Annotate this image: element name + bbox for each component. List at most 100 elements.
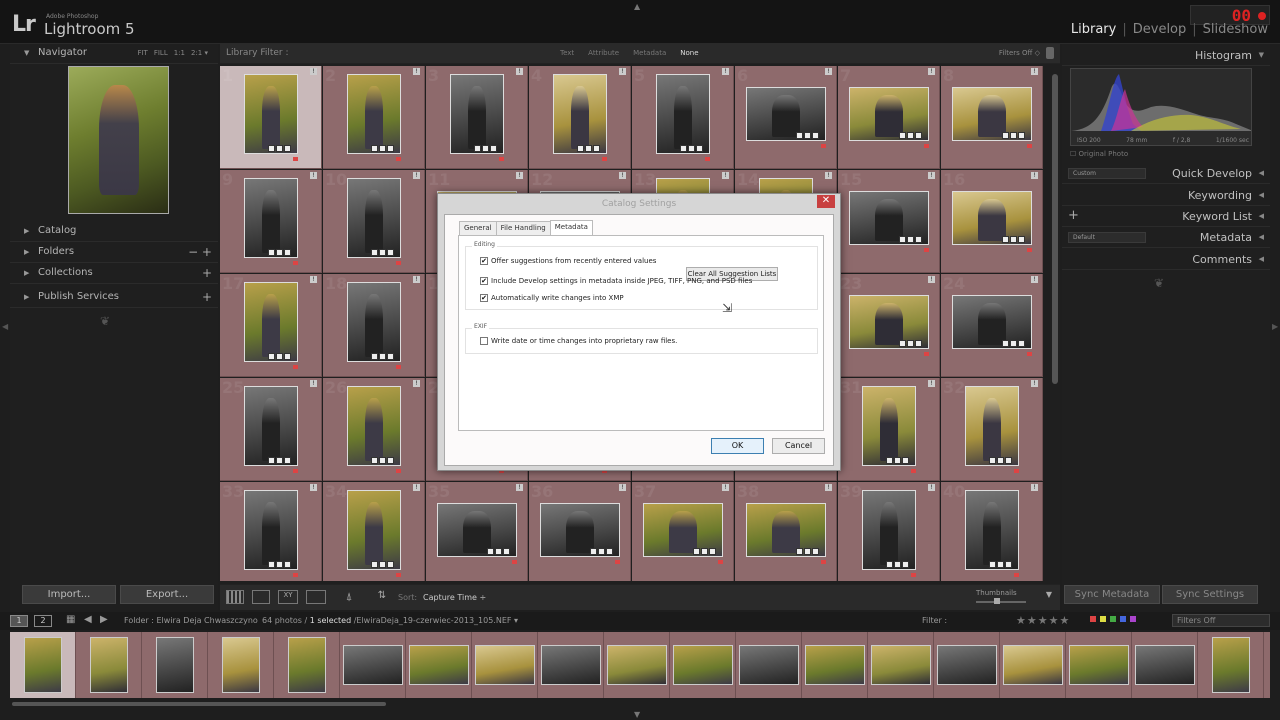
grid-cell[interactable]: 35!	[426, 482, 528, 581]
grid-cell[interactable]: 37!	[632, 482, 734, 581]
grid-cell[interactable]: 34!	[323, 482, 425, 581]
filmstrip-thumbnail[interactable]	[1003, 645, 1063, 685]
metadata-warning-icon[interactable]: !	[619, 68, 626, 75]
close-icon[interactable]: ✕	[817, 195, 835, 208]
filmstrip-cell[interactable]	[274, 632, 340, 698]
keyword-list-header[interactable]: + Keyword List ◀	[1062, 207, 1270, 227]
crop-badge-icon[interactable]	[688, 144, 695, 152]
purple-label-filter-icon[interactable]	[1130, 616, 1136, 622]
top-panel-toggle-icon[interactable]: ▲	[634, 2, 640, 11]
metadata-badge-icon[interactable]	[387, 248, 394, 256]
grid-cell[interactable]: 32!	[941, 378, 1043, 481]
crop-badge-icon[interactable]	[379, 352, 386, 360]
develop-badge-icon[interactable]	[268, 144, 275, 152]
crop-badge-icon[interactable]	[907, 235, 914, 243]
develop-badge-icon[interactable]	[680, 144, 687, 152]
grid-cell[interactable]: 8!	[941, 66, 1043, 169]
filmstrip-cell[interactable]	[736, 632, 802, 698]
filmstrip-thumbnail[interactable]	[288, 637, 326, 693]
filmstrip-cell[interactable]	[1198, 632, 1264, 698]
photo-thumbnail[interactable]	[553, 73, 607, 154]
filmstrip-cell[interactable]	[10, 632, 76, 698]
write-date-checkbox[interactable]	[480, 337, 488, 345]
develop-badge-icon[interactable]	[474, 144, 481, 152]
quick-develop-header[interactable]: Custom Quick Develop ◀	[1062, 164, 1270, 184]
metadata-warning-icon[interactable]: !	[413, 276, 420, 283]
filmstrip-thumbnail[interactable]	[222, 637, 260, 693]
filmstrip-cell[interactable]	[670, 632, 736, 698]
photo-thumbnail[interactable]	[965, 385, 1019, 466]
develop-badge-icon[interactable]	[371, 248, 378, 256]
filmstrip-cell[interactable]	[1132, 632, 1198, 698]
crop-badge-icon[interactable]	[701, 547, 708, 555]
crop-badge-icon[interactable]	[804, 131, 811, 139]
metadata-badge-icon[interactable]	[696, 144, 703, 152]
yellow-label-filter-icon[interactable]	[1100, 616, 1106, 622]
filmstrip-thumbnail[interactable]	[409, 645, 469, 685]
develop-badge-icon[interactable]	[268, 560, 275, 568]
photo-thumbnail[interactable]	[862, 385, 916, 466]
filmstrip-filter-select[interactable]: Filters Off	[1172, 614, 1270, 627]
metadata-header[interactable]: Default Metadata ◀	[1062, 228, 1270, 248]
metadata-badge-icon[interactable]	[915, 131, 922, 139]
green-label-filter-icon[interactable]	[1110, 616, 1116, 622]
cancel-button[interactable]: Cancel	[772, 438, 825, 454]
filter-tab-metadata[interactable]: Metadata	[633, 49, 666, 57]
quick-develop-preset-select[interactable]: Custom	[1068, 168, 1146, 179]
filmstrip-thumbnail[interactable]	[541, 645, 601, 685]
metadata-badge-icon[interactable]	[1005, 560, 1012, 568]
collections-header[interactable]: ▶ Collections +	[10, 264, 218, 284]
metadata-badge-icon[interactable]	[284, 352, 291, 360]
crop-badge-icon[interactable]	[1010, 339, 1017, 347]
grid-cell[interactable]: 4!	[529, 66, 631, 169]
crop-badge-icon[interactable]	[379, 560, 386, 568]
photo-thumbnail[interactable]	[450, 73, 504, 154]
metadata-warning-icon[interactable]: !	[928, 172, 935, 179]
metadata-badge-icon[interactable]	[284, 248, 291, 256]
metadata-warning-icon[interactable]: !	[928, 380, 935, 387]
develop-badge-icon[interactable]	[989, 456, 996, 464]
develop-badge-icon[interactable]	[371, 560, 378, 568]
metadata-warning-icon[interactable]: !	[413, 68, 420, 75]
metadata-warning-icon[interactable]: !	[825, 484, 832, 491]
module-slideshow[interactable]: Slideshow	[1203, 22, 1268, 37]
metadata-warning-icon[interactable]: !	[413, 172, 420, 179]
folders-header[interactable]: ▶ Folders − +	[10, 243, 218, 263]
photo-thumbnail[interactable]	[347, 73, 401, 154]
import-button[interactable]: Import...	[22, 585, 116, 604]
photo-thumbnail[interactable]	[347, 385, 401, 466]
crop-badge-icon[interactable]	[379, 144, 386, 152]
develop-badge-icon[interactable]	[899, 131, 906, 139]
grid-cell[interactable]: 3!	[426, 66, 528, 169]
filmstrip-cell[interactable]	[142, 632, 208, 698]
write-date-option[interactable]: Write date or time changes into propriet…	[480, 337, 677, 345]
photo-thumbnail[interactable]	[244, 73, 298, 154]
metadata-badge-icon[interactable]	[915, 235, 922, 243]
metadata-warning-icon[interactable]: !	[310, 68, 317, 75]
module-develop[interactable]: Develop	[1133, 22, 1187, 37]
metadata-warning-icon[interactable]: !	[310, 172, 317, 179]
photo-thumbnail[interactable]	[244, 489, 298, 570]
rating-filter-stars[interactable]: ★★★★★	[1016, 614, 1070, 627]
metadata-badge-icon[interactable]	[1018, 339, 1025, 347]
primary-window-button[interactable]: 1	[10, 615, 28, 627]
compare-view-icon[interactable]: XY	[278, 590, 298, 604]
grid-cell[interactable]: 2!	[323, 66, 425, 169]
filmstrip-thumbnail[interactable]	[805, 645, 865, 685]
metadata-badge-icon[interactable]	[387, 352, 394, 360]
sort-select[interactable]: Capture Time ÷	[423, 593, 486, 602]
develop-badge-icon[interactable]	[899, 339, 906, 347]
toolbar-menu-icon[interactable]: ▼	[1044, 590, 1054, 604]
grid-cell[interactable]: 15!	[838, 170, 940, 273]
grid-cell[interactable]: 18!	[323, 274, 425, 377]
module-library[interactable]: Library	[1071, 22, 1116, 37]
grid-scrollbar[interactable]	[1052, 74, 1058, 384]
sync-metadata-button[interactable]: Sync Metadata	[1064, 585, 1160, 604]
metadata-warning-icon[interactable]: !	[1031, 380, 1038, 387]
metadata-warning-icon[interactable]: !	[310, 276, 317, 283]
tab-metadata[interactable]: Metadata	[549, 220, 593, 235]
photo-thumbnail[interactable]	[965, 489, 1019, 570]
filmstrip-scrollbar[interactable]	[12, 702, 386, 706]
crop-badge-icon[interactable]	[482, 144, 489, 152]
metadata-warning-icon[interactable]: !	[928, 276, 935, 283]
